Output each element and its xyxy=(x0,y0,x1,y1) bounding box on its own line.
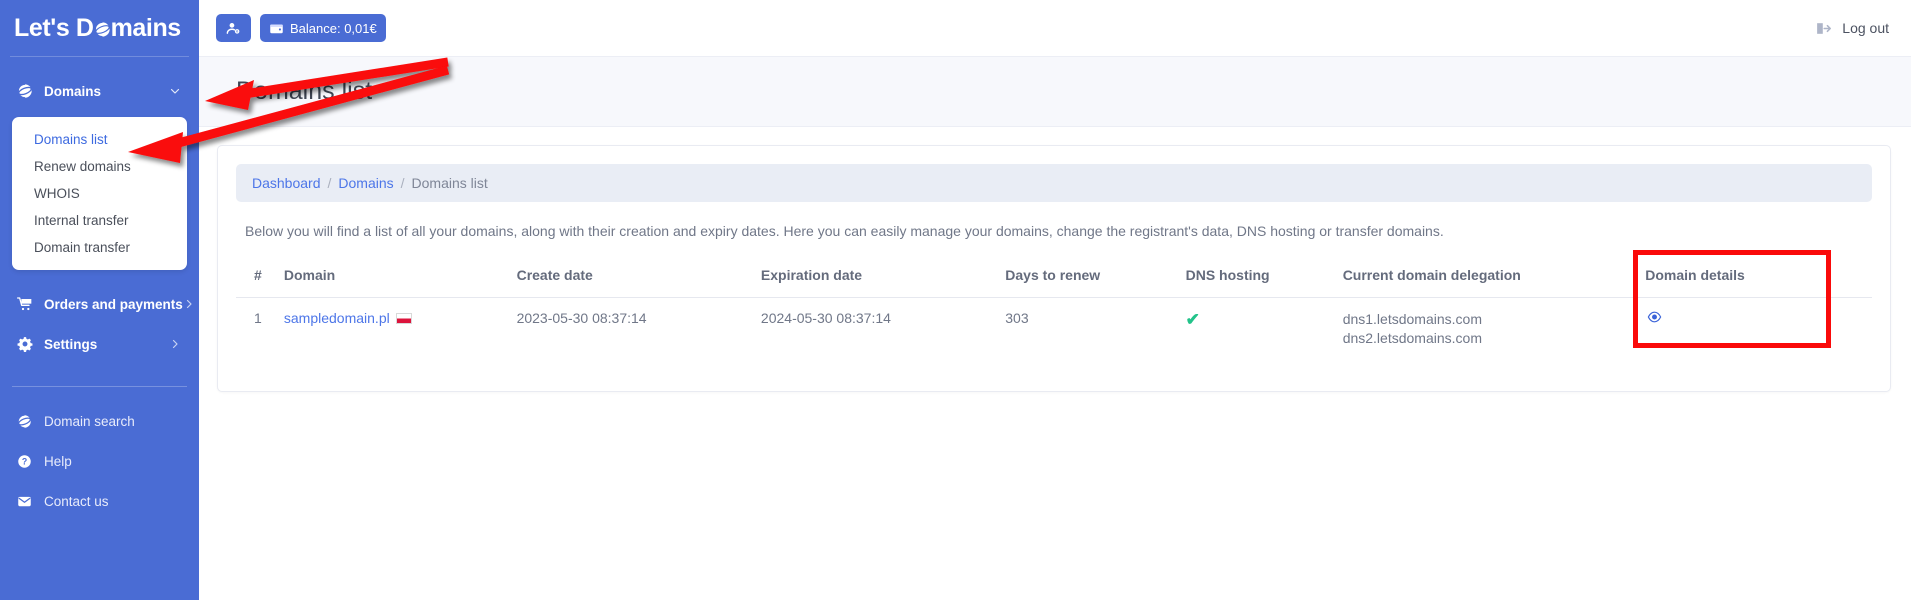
submenu-item-label: Internal transfer xyxy=(34,213,129,228)
svg-text:?: ? xyxy=(22,456,27,466)
sidebar-item-domains[interactable]: Domains xyxy=(0,71,199,111)
domains-table-body: 1 sampledomain.pl 2023-05-30 08:37:14 20… xyxy=(236,298,1872,362)
page-title: Domains list xyxy=(236,77,373,105)
sidebar-item-contact-us[interactable]: Contact us xyxy=(0,481,199,521)
account-settings-button[interactable] xyxy=(216,14,251,42)
cell-expiration-date: 2024-05-30 08:37:14 xyxy=(760,310,891,326)
column-header-expiration: Expiration date xyxy=(754,259,1000,298)
sidebar-item-label: Orders and payments xyxy=(44,296,183,312)
main-area: Balance: 0,01€ Log out Domains list Dash… xyxy=(199,0,1911,600)
balance-label: Balance: 0,01€ xyxy=(290,20,377,36)
cell-days-to-renew: 303 xyxy=(1005,310,1029,326)
check-icon: ✔ xyxy=(1185,310,1200,329)
sidebar-item-orders-and-payments[interactable]: Orders and payments xyxy=(0,284,199,324)
domains-table: # Domain Create date Expiration date Day… xyxy=(236,259,1872,361)
balance-button[interactable]: Balance: 0,01€ xyxy=(260,14,386,42)
brand-name-before: Let's D xyxy=(14,13,94,42)
sidebar-item-label: Domain search xyxy=(44,413,135,429)
domain-link[interactable]: sampledomain.pl xyxy=(284,310,390,326)
column-header-create-date: Create date xyxy=(510,259,755,298)
sidebar-item-renew-domains[interactable]: Renew domains xyxy=(12,153,187,180)
cell-create-date: 2023-05-30 08:37:14 xyxy=(516,310,647,326)
sidebar-item-label: Settings xyxy=(44,336,98,352)
sidebar-item-label: Domains xyxy=(44,83,102,99)
question-circle-icon: ? xyxy=(16,453,33,470)
column-header-number: # xyxy=(236,259,278,298)
nameserver-1: dns1.letsdomains.com xyxy=(1342,311,1482,327)
brand-logo-text: Let's D mains xyxy=(14,14,181,43)
breadcrumb: Dashboard / Domains / Domains list xyxy=(236,164,1872,202)
logout-button[interactable]: Log out xyxy=(1815,20,1889,37)
domains-table-head: # Domain Create date Expiration date Day… xyxy=(236,259,1872,298)
breadcrumb-separator: / xyxy=(400,175,405,191)
sidebar-item-settings[interactable]: Settings xyxy=(0,324,199,364)
table-row: 1 sampledomain.pl 2023-05-30 08:37:14 20… xyxy=(236,298,1872,362)
wallet-icon xyxy=(269,21,284,36)
cell-domain: sampledomain.pl xyxy=(278,298,511,362)
flag-pl-icon xyxy=(395,313,412,324)
sidebar-item-domains-list[interactable]: Domains list xyxy=(12,126,187,153)
content-area: Dashboard / Domains / Domains list Below… xyxy=(199,127,1911,600)
table-header-row: # Domain Create date Expiration date Day… xyxy=(236,259,1872,298)
domains-card: Dashboard / Domains / Domains list Below… xyxy=(217,145,1891,393)
breadcrumb-item-dashboard[interactable]: Dashboard xyxy=(252,175,321,191)
column-header-domain: Domain xyxy=(277,259,511,298)
chevron-right-icon xyxy=(169,338,181,350)
sidebar-item-label: Help xyxy=(44,453,72,469)
envelope-icon xyxy=(16,493,33,510)
user-settings-icon xyxy=(226,21,241,36)
sign-out-icon xyxy=(1815,20,1832,37)
submenu-item-label: Renew domains xyxy=(34,159,131,174)
brand-name-after: mains xyxy=(110,13,182,42)
breadcrumb-item-current: Domains list xyxy=(411,175,488,191)
eye-icon[interactable] xyxy=(1645,310,1664,327)
sidebar-item-internal-transfer[interactable]: Internal transfer xyxy=(12,207,187,234)
chevron-right-icon xyxy=(183,298,195,310)
cell-dns-hosting: ✔ xyxy=(1180,298,1337,362)
submenu-item-label: WHOIS xyxy=(34,186,80,201)
cell-delegation: dns1.letsdomains.com dns2.letsdomains.co… xyxy=(1337,298,1640,362)
column-header-domain-details: Domain details xyxy=(1639,259,1872,298)
cart-icon xyxy=(16,296,33,313)
cell-domain-details xyxy=(1639,298,1872,362)
globe-icon xyxy=(16,83,33,100)
sidebar-item-domain-transfer[interactable]: Domain transfer xyxy=(12,234,187,261)
sidebar-item-help[interactable]: ? Help xyxy=(0,441,199,481)
nameserver-2: dns2.letsdomains.com xyxy=(1342,329,1482,346)
cell-number: 1 xyxy=(254,310,262,326)
breadcrumb-item-domains[interactable]: Domains xyxy=(338,175,393,191)
sidebar-item-whois[interactable]: WHOIS xyxy=(12,180,187,207)
sidebar-item-domain-search[interactable]: Domain search xyxy=(0,401,199,441)
sidebar-item-label: Contact us xyxy=(44,493,109,509)
logout-label: Log out xyxy=(1842,20,1889,36)
sidebar-section-divider xyxy=(12,386,187,387)
app-root: Let's D mains Domains Domains list Renew… xyxy=(0,0,1911,600)
column-header-dns-hosting: DNS hosting xyxy=(1179,259,1337,298)
domains-submenu: Domains list Renew domains WHOIS Interna… xyxy=(12,117,187,270)
submenu-item-label: Domains list xyxy=(34,132,108,147)
page-description: Below you will find a list of all your d… xyxy=(245,223,1444,239)
sidebar-top-divider xyxy=(10,56,189,57)
brand-logo[interactable]: Let's D mains xyxy=(0,0,199,56)
breadcrumb-separator: / xyxy=(327,175,332,191)
sidebar: Let's D mains Domains Domains list Renew… xyxy=(0,0,199,600)
globe-icon xyxy=(94,16,111,37)
column-header-delegation: Current domain delegation xyxy=(1336,259,1640,298)
submenu-item-label: Domain transfer xyxy=(34,240,131,255)
topbar: Balance: 0,01€ Log out xyxy=(199,0,1911,56)
globe-icon xyxy=(16,413,33,430)
chevron-down-icon xyxy=(169,85,181,97)
page-header: Domains list xyxy=(199,56,1911,127)
gear-icon xyxy=(16,336,33,353)
column-header-days-to-renew: Days to renew xyxy=(999,259,1180,298)
